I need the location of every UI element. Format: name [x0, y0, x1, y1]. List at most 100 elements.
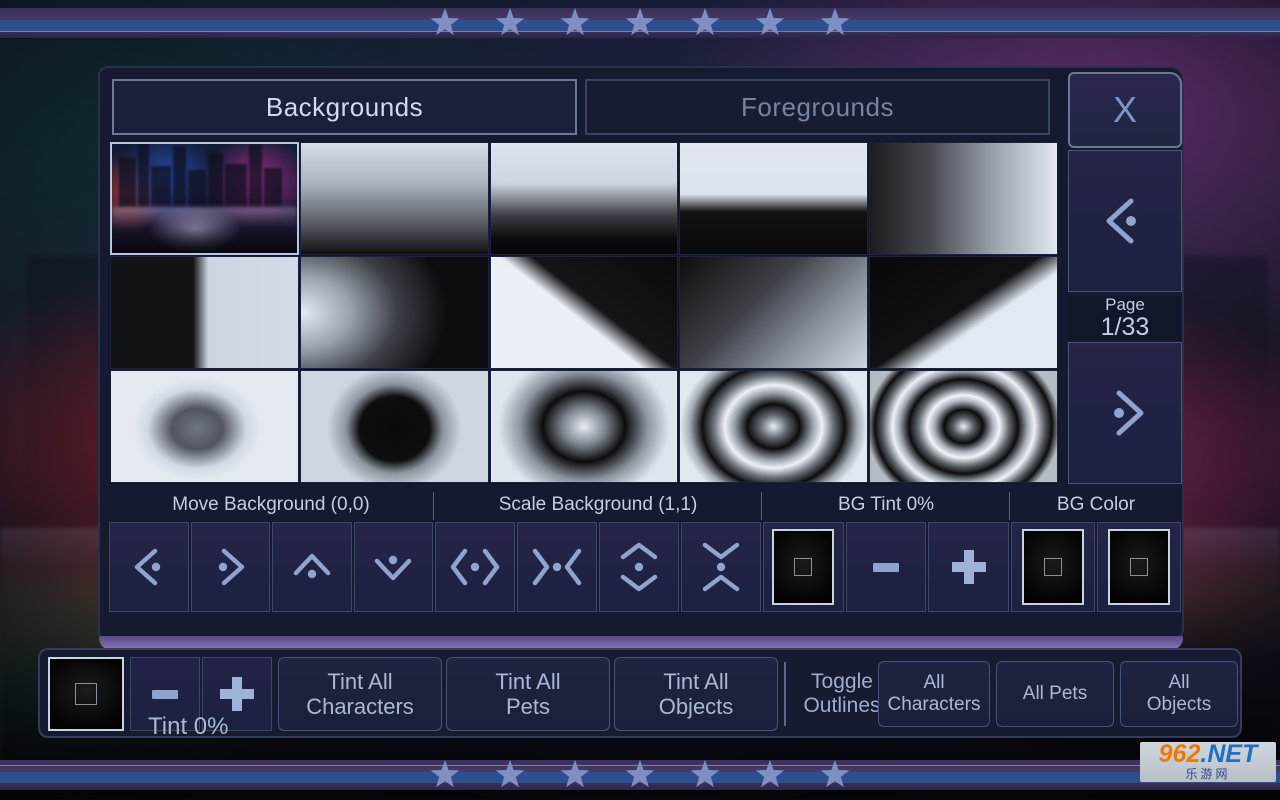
- button-line-1: Tint All: [495, 668, 561, 694]
- star-icon: [755, 760, 785, 788]
- watermark-subtitle: 乐游网: [1185, 767, 1231, 782]
- previous-page-button[interactable]: [1068, 150, 1182, 292]
- button-line-2: Objects: [658, 694, 734, 719]
- tint-all-pets-button[interactable]: Tint All Pets: [446, 657, 610, 731]
- thumbnail-single-ring-radial[interactable]: [489, 370, 679, 483]
- tab-foregrounds[interactable]: Foregrounds: [585, 79, 1050, 135]
- button-line-2: Objects: [1146, 694, 1212, 715]
- tint-all-objects-button[interactable]: Tint All Objects: [614, 657, 778, 731]
- star-icon: [560, 8, 590, 36]
- star-icon: [690, 760, 720, 788]
- thumbnail-art: [111, 257, 298, 368]
- watermark-title: 962.NET: [1159, 742, 1258, 767]
- bg-color-swatch-a: [1022, 529, 1084, 605]
- thumbnail-diagonal-gradient-corner[interactable]: [679, 256, 869, 369]
- bg-tint-swatch: [772, 529, 835, 605]
- scale-background-height-shrink-button[interactable]: [681, 522, 761, 612]
- tab-backgrounds[interactable]: Backgrounds: [112, 79, 577, 135]
- outline-all-pets-button[interactable]: All Pets: [996, 661, 1114, 727]
- close-button[interactable]: X: [1068, 72, 1182, 148]
- button-line-1: Tint All: [663, 668, 729, 694]
- bg-color-swatch-b-button[interactable]: [1097, 522, 1181, 612]
- move-background-left-button[interactable]: [109, 522, 189, 612]
- minus-icon: [152, 689, 178, 699]
- expand-vertical-icon: [620, 542, 658, 592]
- thumbnail-art: [870, 257, 1057, 368]
- outline-all-characters-button[interactable]: All Characters: [878, 661, 990, 727]
- toggle-outlines-label: Toggle Outlines: [792, 657, 892, 731]
- move-background-group: Move Background (0,0): [109, 488, 433, 630]
- star-icon: [430, 760, 460, 788]
- collapse-vertical-icon: [702, 542, 740, 592]
- tint-all-characters-button[interactable]: Tint All Characters: [278, 657, 442, 731]
- move-background-down-button[interactable]: [353, 522, 433, 612]
- next-page-button[interactable]: [1068, 342, 1182, 484]
- thumbnail-radial-gradient-left-edge[interactable]: [299, 256, 489, 369]
- top-star-band: [0, 6, 1280, 40]
- bg-tint-color-button[interactable]: [763, 522, 844, 612]
- watermark-suffix: .NET: [1200, 742, 1258, 769]
- page-indicator: Page 1/33: [1068, 296, 1182, 340]
- move-background-right-button[interactable]: [190, 522, 270, 612]
- star-icon: [495, 760, 525, 788]
- thumbnail-art: [111, 371, 298, 482]
- scale-background-width-expand-button[interactable]: [435, 522, 515, 612]
- bg-color-swatch-a-button[interactable]: [1011, 522, 1095, 612]
- global-tint-color-button[interactable]: [48, 657, 124, 731]
- button-line-2: Characters: [306, 694, 414, 719]
- watermark-digits: 962: [1158, 742, 1201, 769]
- star-icon: [625, 760, 655, 788]
- outline-all-objects-button[interactable]: All Objects: [1120, 661, 1238, 727]
- thumbnail-vertical-gradient-hard-edge[interactable]: [489, 142, 679, 255]
- thumbnail-vertical-split-black-white[interactable]: [110, 256, 299, 369]
- collapse-horizontal-icon: [532, 548, 582, 586]
- bottom-star-band: [0, 758, 1280, 792]
- bg-color-group: BG Color: [1011, 488, 1181, 630]
- star-icon: [755, 8, 785, 36]
- thumbnail-triple-ring-radial[interactable]: [869, 370, 1058, 483]
- bg-color-label: BG Color: [1056, 494, 1136, 515]
- thumbnail-diagonal-wedge-up-right[interactable]: [489, 256, 679, 369]
- bg-tint-decrease-button[interactable]: [845, 522, 927, 612]
- thumbnail-large-dark-ellipse[interactable]: [299, 370, 489, 483]
- divider: [761, 492, 762, 520]
- background-thumbnail-grid: [109, 141, 1059, 484]
- bg-tint-increase-button[interactable]: [928, 522, 1010, 612]
- button-line-2: Characters: [887, 694, 981, 715]
- site-watermark: 962.NET 乐游网: [1140, 742, 1276, 782]
- thumbnail-diagonal-wedge-down-right[interactable]: [869, 256, 1058, 369]
- button-line-1: All: [923, 672, 945, 694]
- minus-icon: [873, 562, 899, 572]
- thumbnail-art: [680, 143, 868, 254]
- scale-background-group: Scale Background (1,1): [435, 488, 761, 630]
- thumbnail-art: [680, 371, 868, 482]
- page-word: Page: [1105, 295, 1145, 314]
- thumbnail-art: [490, 371, 678, 482]
- chevron-down-dot-icon: [375, 555, 412, 581]
- divider: [433, 492, 434, 520]
- button-line-1: All: [1168, 672, 1190, 694]
- background-controls: Move Background (0,0) Scale Background (…: [109, 488, 1181, 630]
- thumbnail-art: [300, 257, 488, 368]
- thumbnail-soft-dark-blob-center[interactable]: [110, 370, 299, 483]
- star-icon: [625, 8, 655, 36]
- chevron-left-dot-icon: [134, 548, 160, 586]
- scale-background-height-expand-button[interactable]: [599, 522, 679, 612]
- thumbnail-double-ring-radial[interactable]: [679, 370, 869, 483]
- scale-background-label: Scale Background (1,1): [498, 494, 698, 515]
- thumbnail-neon-city-skyline[interactable]: [110, 142, 299, 255]
- star-icon: [820, 760, 850, 788]
- label-line-2: Outlines: [803, 694, 881, 717]
- global-tint-toolbar: Tint 0% Tint All Characters Tint All Pet…: [38, 648, 1242, 740]
- thumbnail-horizontal-gradient-dark-to-light[interactable]: [869, 142, 1058, 255]
- plus-icon: [951, 550, 986, 584]
- bg-color-swatch-b: [1108, 529, 1170, 605]
- thumbnail-vertical-gradient-light-to-dark[interactable]: [299, 142, 489, 255]
- thumbnail-art: [300, 371, 488, 482]
- scale-background-width-shrink-button[interactable]: [517, 522, 597, 612]
- move-background-up-button[interactable]: [272, 522, 352, 612]
- global-tint-swatch: [75, 683, 97, 705]
- thumbnail-art: [300, 143, 488, 254]
- star-icon: [820, 8, 850, 36]
- thumbnail-vertical-gradient-sharp-split[interactable]: [679, 142, 869, 255]
